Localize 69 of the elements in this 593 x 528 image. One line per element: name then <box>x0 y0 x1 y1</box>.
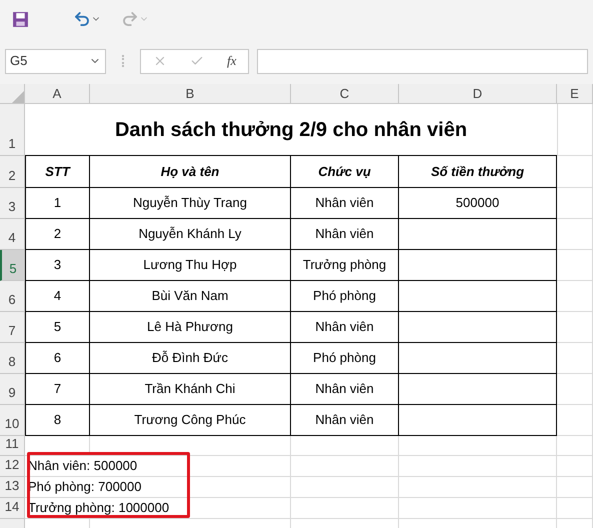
table-cell: 2 <box>25 219 90 250</box>
empty-cell <box>557 405 593 436</box>
empty-cell <box>557 477 593 498</box>
row-header[interactable]: 6 <box>0 281 25 312</box>
empty-cell <box>557 188 593 219</box>
empty-cell <box>557 374 593 405</box>
column-header[interactable]: A <box>25 84 90 104</box>
sheet-title: Danh sách thưởng 2/9 cho nhân viên <box>114 118 468 142</box>
table-cell: Phó phòng <box>291 281 399 312</box>
table-cell: Lê Hà Phương <box>90 312 291 343</box>
row-header[interactable]: 13 <box>0 477 25 498</box>
table-cell: 1 <box>25 188 90 219</box>
table-cell: Trần Khánh Chi <box>90 374 291 405</box>
row-header[interactable]: 10 <box>0 405 25 436</box>
table-cell: Nhân viên <box>291 312 399 343</box>
note-text: Trưởng phòng: 1000000 <box>28 499 170 518</box>
empty-cell <box>557 456 593 477</box>
table-cell: 500000 <box>399 188 557 219</box>
redo-icon[interactable] <box>121 10 139 28</box>
row-header[interactable]: 8 <box>0 343 25 374</box>
table-cell: STT <box>25 156 90 188</box>
row-header[interactable]: 11 <box>0 436 25 456</box>
formula-field[interactable] <box>257 48 588 74</box>
empty-cell <box>557 498 593 519</box>
empty-cell <box>557 219 593 250</box>
table-cell: Nhân viên <box>291 374 399 405</box>
function-button[interactable]: fx <box>227 51 236 71</box>
empty-cell <box>557 156 593 188</box>
table-cell: Trưởng phòng <box>291 250 399 281</box>
empty-cell <box>557 312 593 343</box>
table-cell: Số tiền thưởng <box>399 156 557 188</box>
undo-icon[interactable] <box>73 10 91 28</box>
row-header[interactable]: 7 <box>0 312 25 343</box>
column-header[interactable]: E <box>557 84 593 104</box>
name-box[interactable]: G5 <box>5 48 106 74</box>
empty-cell <box>557 436 593 456</box>
row-header[interactable]: 3 <box>0 188 25 219</box>
table-cell: Lương Thu Hợp <box>90 250 291 281</box>
table-cell: 3 <box>25 250 90 281</box>
table-cell: Trương Công Phúc <box>90 405 291 436</box>
table-cell: Họ và tên <box>90 156 291 188</box>
row-header[interactable]: 2 <box>0 156 25 188</box>
table-cell: Chức vụ <box>291 156 399 188</box>
table-cell: Nhân viên <box>291 219 399 250</box>
column-header[interactable]: B <box>90 84 291 104</box>
row-header[interactable]: 4 <box>0 219 25 250</box>
table-cell: Nguyễn Khánh Ly <box>90 219 291 250</box>
row-header[interactable]: 5 <box>0 250 25 281</box>
table-cell: Nhân viên <box>291 188 399 219</box>
empty-cell <box>557 250 593 281</box>
table-cell: 7 <box>25 374 90 405</box>
table-cell: 8 <box>25 405 90 436</box>
table-cell: Đỗ Đình Đức <box>90 343 291 374</box>
table-cell: Bùi Văn Nam <box>90 281 291 312</box>
row-header[interactable]: 12 <box>0 456 25 477</box>
table-cell: Nguyễn Thùy Trang <box>90 188 291 219</box>
row-header[interactable]: 9 <box>0 374 25 405</box>
save-icon[interactable] <box>12 10 29 28</box>
table-cell: Nhân viên <box>291 405 399 436</box>
column-header[interactable]: C <box>291 84 399 104</box>
row-header[interactable]: 1 <box>0 104 25 156</box>
column-header[interactable]: D <box>399 84 557 104</box>
empty-cell <box>557 281 593 312</box>
table-cell: 4 <box>25 281 90 312</box>
table-cell: 6 <box>25 343 90 374</box>
row-header[interactable]: 14 <box>0 498 25 519</box>
table-cell: 5 <box>25 312 90 343</box>
empty-cell <box>557 343 593 374</box>
table-cell: Phó phòng <box>291 343 399 374</box>
